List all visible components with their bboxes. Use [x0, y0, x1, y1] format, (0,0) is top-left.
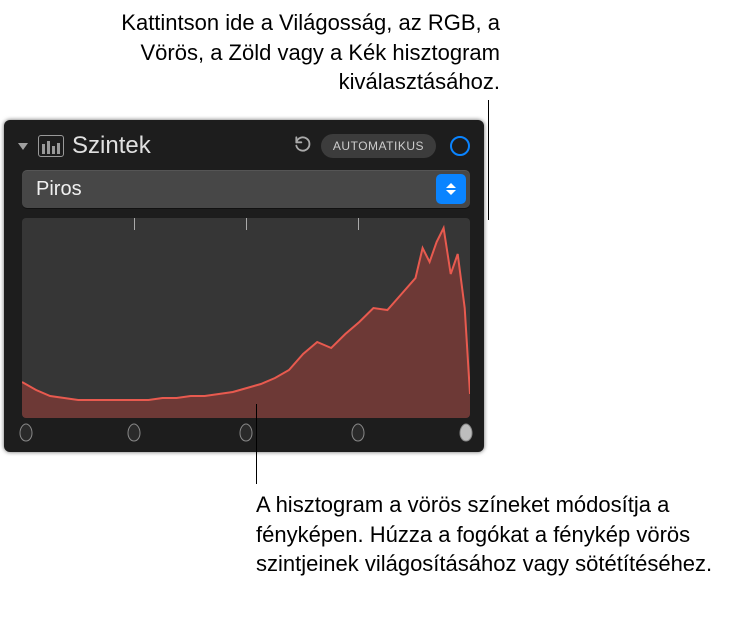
channel-dropdown[interactable]: Piros — [22, 170, 470, 208]
enable-toggle-icon[interactable] — [450, 136, 470, 156]
histogram-icon — [38, 135, 64, 157]
undo-icon[interactable] — [293, 134, 313, 159]
callout-bottom: A hisztogram a vörös színeket módosítja … — [256, 490, 726, 579]
histogram-plot — [22, 218, 470, 418]
callout-top-leader — [488, 100, 489, 220]
level-handle[interactable] — [350, 422, 366, 442]
level-handle[interactable] — [18, 422, 34, 442]
panel-title: Szintek — [72, 132, 285, 160]
level-handle[interactable] — [126, 422, 142, 442]
levels-panel: Szintek AUTOMATIKUS Piros — [4, 120, 484, 452]
level-handle[interactable] — [238, 422, 254, 442]
dropdown-stepper-icon[interactable] — [436, 174, 466, 204]
auto-button[interactable]: AUTOMATIKUS — [321, 134, 436, 158]
panel-header: Szintek AUTOMATIKUS — [4, 120, 484, 170]
disclosure-triangle-icon[interactable] — [18, 143, 28, 150]
callout-bottom-leader — [256, 404, 257, 484]
level-handle[interactable] — [458, 422, 474, 442]
histogram-chart — [22, 218, 470, 418]
callout-top: Kattintson ide a Világosság, az RGB, a V… — [60, 8, 500, 97]
channel-dropdown-label: Piros — [22, 178, 436, 201]
level-handles-track — [22, 422, 470, 444]
